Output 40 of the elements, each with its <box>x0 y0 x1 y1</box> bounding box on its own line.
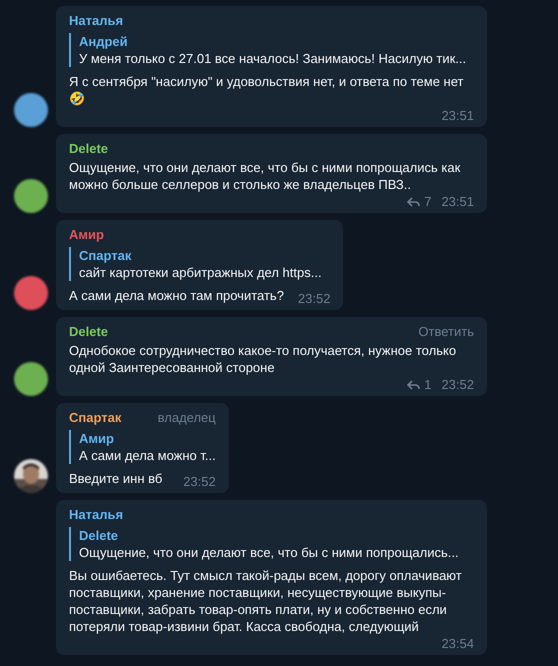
avatar[interactable] <box>14 276 48 310</box>
quoted-text: У меня только с 27.01 все началось! Занимаюсь! Насилую тик... <box>79 51 468 66</box>
sender-name[interactable]: Наталья <box>69 507 124 522</box>
sender-name[interactable]: Амир <box>69 227 104 242</box>
reply-count[interactable]: 7 <box>407 195 432 209</box>
message-time: 23:52 <box>183 475 216 489</box>
sender-name[interactable]: Наталья <box>69 13 124 28</box>
avatar[interactable] <box>14 93 48 127</box>
reply-icon <box>407 380 420 390</box>
quoted-reply[interactable]: Андрей У меня только с 27.01 все началось! Занимаюсь! Насилую тик... <box>69 33 474 67</box>
sender-name[interactable]: Спартак <box>69 410 122 425</box>
quoted-reply[interactable]: Спартак сайт картотеки арбитражных дел https... <box>69 247 330 281</box>
reply-link[interactable]: Ответить <box>418 324 474 339</box>
message-time: 23:54 <box>441 637 474 651</box>
avatar[interactable] <box>14 362 48 396</box>
message-time: 23:52 <box>298 292 330 306</box>
quoted-name: Delete <box>79 528 120 543</box>
role-label: владелец <box>158 410 216 425</box>
quoted-text: Ощущение, что они делают все, что бы с ними попрощались... <box>79 545 460 560</box>
quoted-reply[interactable]: Амир А сами дела можно т... <box>69 430 216 464</box>
quoted-reply[interactable]: Delete Ощущение, что они делают все, что бы с ними попрощались... <box>69 527 474 561</box>
quoted-text: А сами дела можно т... <box>79 448 216 463</box>
message-text: Ощущение, что они делают все, что бы с ними попрощались как можно больше селлеров и столько же владельцев ПВЗ.. <box>69 159 462 193</box>
message-time: 23:52 <box>441 378 474 392</box>
message-text: Однобокое сотрудничество какое-то получается, нужное только одной Заинтересованной стороне <box>69 342 458 376</box>
reply-icon <box>407 197 420 207</box>
reply-count[interactable]: 1 <box>407 378 432 392</box>
quoted-name: Спартак <box>79 248 132 263</box>
sender-name[interactable]: Delete <box>69 324 108 339</box>
quoted-name: Амир <box>79 431 115 446</box>
message-time: 23:51 <box>441 109 474 123</box>
message-time: 23:51 <box>441 195 474 209</box>
avatar[interactable] <box>14 179 48 213</box>
message-text: Введите инн вб <box>69 470 162 487</box>
quoted-name: Андрей <box>79 34 129 49</box>
message-text: Я с сентября "насилую" и удовольствия нет, и ответа по теме нет 🤣 <box>69 73 464 107</box>
message-text: А сами дела можно там прочитать? <box>69 287 284 304</box>
sender-name[interactable]: Delete <box>69 141 108 156</box>
message-text: Вы ошибаетесь. Тут смысл такой-рады всем, дорогу оплачивают поставщики, хранение поставщики, несуществующие выкупы-поставщики, забрать товар-опять плати, ну и собственно если потеряли товар-извини брат. Касса свободна, следующий <box>69 567 463 635</box>
quoted-text: сайт картотеки арбитражных дел https... <box>79 265 323 280</box>
